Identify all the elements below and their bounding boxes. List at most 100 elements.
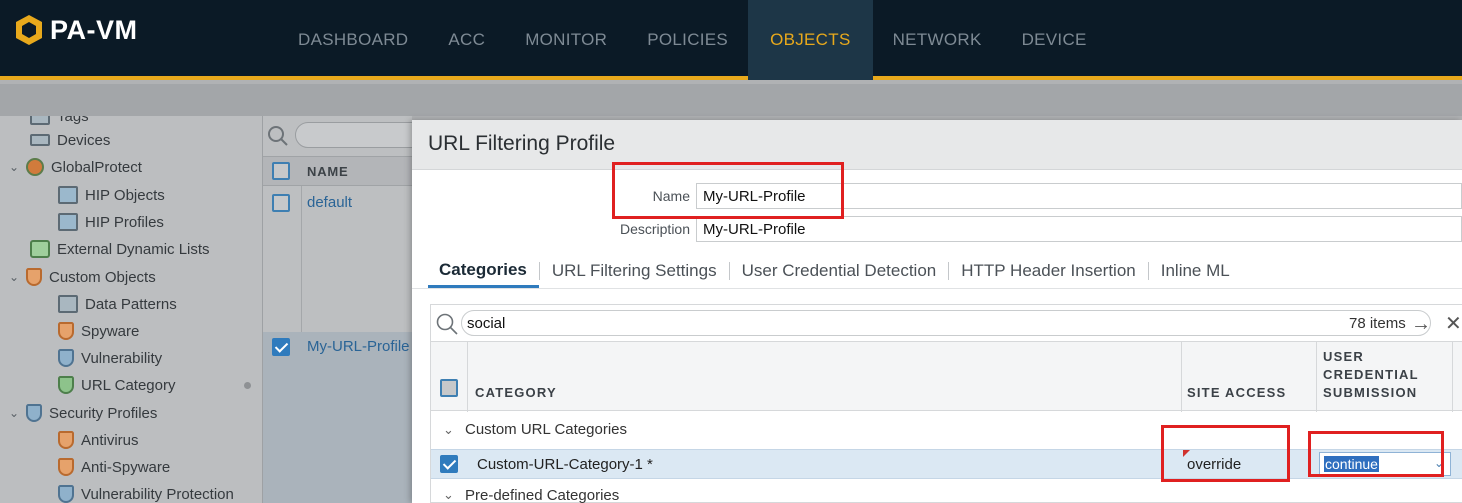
dialog-header: URL Filtering Profile <box>412 120 1462 170</box>
sidebar-item-label: URL Category <box>81 376 176 394</box>
tabs-underline <box>412 288 1462 289</box>
arrow-right-icon[interactable]: → <box>1411 313 1431 336</box>
sidebar-item-label: Custom Objects <box>49 268 156 286</box>
nav-device[interactable]: DEVICE <box>1002 0 1107 80</box>
sidebar-item-hip-objects[interactable]: HIP Objects <box>58 183 165 207</box>
chevron-down-icon[interactable]: ⌄ <box>443 487 454 503</box>
profile-tabs: Categories URL Filtering Settings User C… <box>428 254 1242 288</box>
sidebar-item-label: GlobalProtect <box>51 158 142 176</box>
sub-toolbar <box>0 84 1462 116</box>
security-profiles-icon <box>26 404 42 422</box>
tab-user-credential-detection[interactable]: User Credential Detection <box>730 254 949 288</box>
group-predefined-categories[interactable]: ⌄ Pre-defined Categories <box>431 479 1462 503</box>
sidebar-item-vulnerability[interactable]: Vulnerability <box>58 346 162 370</box>
sidebar-item-label: HIP Profiles <box>85 213 164 231</box>
sidebar-item-label: Security Profiles <box>49 404 158 422</box>
description-input[interactable]: My-URL-Profile <box>696 216 1462 242</box>
sidebar-item-url-category[interactable]: URL Category <box>58 373 175 397</box>
tab-http-header-insertion[interactable]: HTTP Header Insertion <box>949 254 1147 288</box>
table-row[interactable]: My-URL-Profile <box>263 332 413 503</box>
sidebar-item-label: Data Patterns <box>85 295 177 313</box>
profile-list-pane: NAME default My-URL-Profile <box>262 116 425 503</box>
list-search <box>267 122 425 148</box>
nav-policies[interactable]: POLICIES <box>627 0 748 80</box>
row-checkbox[interactable] <box>272 194 290 212</box>
sidebar-item-tags[interactable]: Tags <box>30 116 89 128</box>
sidebar-item-label: External Dynamic Lists <box>57 240 210 258</box>
list-search-input[interactable] <box>295 122 425 148</box>
group-label: Custom URL Categories <box>465 421 628 438</box>
chevron-down-icon[interactable]: ⌄ <box>6 406 22 420</box>
profile-name-link[interactable]: default <box>307 194 352 211</box>
search-icon[interactable] <box>267 125 289 147</box>
tag-icon <box>30 116 50 125</box>
sidebar-item-custom-objects[interactable]: ⌄ Custom Objects <box>6 265 156 289</box>
chevron-down-icon[interactable]: ⌄ <box>6 270 22 284</box>
grid-header: CATEGORY SITE ACCESS USER CREDENTIAL SUB… <box>431 341 1462 412</box>
column-divider <box>1452 342 1453 412</box>
select-all-checkbox[interactable] <box>272 162 290 180</box>
sidebar-item-label: Devices <box>57 131 111 149</box>
column-divider <box>467 342 468 412</box>
nav-objects[interactable]: OBJECTS <box>748 0 873 80</box>
highlight-box-credential-submission <box>1308 431 1444 477</box>
nav-acc[interactable]: ACC <box>428 0 505 80</box>
nav-monitor[interactable]: MONITOR <box>505 0 627 80</box>
list-header: NAME <box>263 156 413 186</box>
tab-categories[interactable]: Categories <box>428 254 539 288</box>
chevron-down-icon[interactable]: ⌄ <box>443 422 454 438</box>
column-divider <box>1181 342 1182 412</box>
highlight-box-name <box>612 162 844 219</box>
close-icon[interactable]: ✕ <box>1445 311 1462 336</box>
top-navigation-bar: PA-VM DASHBOARD ACC MONITOR POLICIES OBJ… <box>0 0 1462 80</box>
column-header-user-credential-submission[interactable]: USER CREDENTIAL SUBMISSION <box>1323 348 1419 402</box>
category-search-input[interactable] <box>461 310 1431 336</box>
column-divider <box>1316 342 1317 412</box>
sidebar-item-anti-spyware[interactable]: Anti-Spyware <box>58 455 170 479</box>
tab-url-filtering-settings[interactable]: URL Filtering Settings <box>540 254 729 288</box>
paloalto-logo-icon <box>16 15 42 45</box>
data-patterns-icon <box>58 295 78 313</box>
search-value: social <box>467 315 506 332</box>
sidebar-item-external-dynamic-lists[interactable]: External Dynamic Lists <box>30 237 210 261</box>
url-category-icon <box>58 376 74 394</box>
row-checkbox[interactable] <box>272 338 290 356</box>
tab-inline-ml[interactable]: Inline ML <box>1149 254 1242 288</box>
highlight-box-site-access <box>1161 425 1290 482</box>
sidebar-item-vulnerability-protection[interactable]: Vulnerability Protection <box>58 482 234 503</box>
external-dynamic-lists-icon <box>30 240 50 258</box>
items-count: 78 items <box>1349 315 1406 332</box>
column-header-site-access[interactable]: SITE ACCESS <box>1187 384 1286 402</box>
sidebar-item-globalprotect[interactable]: ⌄ GlobalProtect <box>6 155 142 179</box>
sidebar-item-security-profiles[interactable]: ⌄ Security Profiles <box>6 401 157 425</box>
table-row[interactable]: default <box>263 188 413 328</box>
spyware-icon <box>58 322 74 340</box>
sidebar-item-label: Spyware <box>81 322 140 340</box>
column-header-category[interactable]: CATEGORY <box>475 384 557 402</box>
nav-network[interactable]: NETWORK <box>873 0 1002 80</box>
globalprotect-icon <box>26 158 44 176</box>
description-label: Description <box>619 221 690 237</box>
objects-sidebar: Tags Devices ⌄ GlobalProtect HIP Objects… <box>0 116 262 503</box>
profile-name-link[interactable]: My-URL-Profile <box>307 338 410 355</box>
chevron-down-icon[interactable]: ⌄ <box>6 160 22 174</box>
nav-dashboard[interactable]: DASHBOARD <box>278 0 428 80</box>
header-line: CREDENTIAL <box>1323 367 1419 382</box>
select-all-checkbox[interactable] <box>440 379 458 397</box>
sidebar-item-antivirus[interactable]: Antivirus <box>58 428 139 452</box>
column-header-name: NAME <box>307 164 349 179</box>
hip-profiles-icon <box>58 213 78 231</box>
category-search-row: social 78 items → ✕ <box>431 305 1462 341</box>
row-checkbox[interactable] <box>440 455 458 473</box>
group-label: Pre-defined Categories <box>465 487 620 503</box>
sidebar-item-label: Antivirus <box>81 431 139 449</box>
sidebar-item-devices[interactable]: Devices <box>30 128 110 152</box>
dialog-title: URL Filtering Profile <box>428 132 616 155</box>
search-icon[interactable] <box>435 312 459 336</box>
sidebar-item-data-patterns[interactable]: Data Patterns <box>58 292 177 316</box>
devices-icon <box>30 134 50 146</box>
sidebar-item-spyware[interactable]: Spyware <box>58 319 139 343</box>
sidebar-item-hip-profiles[interactable]: HIP Profiles <box>58 210 164 234</box>
sidebar-item-label: Anti-Spyware <box>81 458 171 476</box>
changed-indicator-dot <box>244 382 251 389</box>
